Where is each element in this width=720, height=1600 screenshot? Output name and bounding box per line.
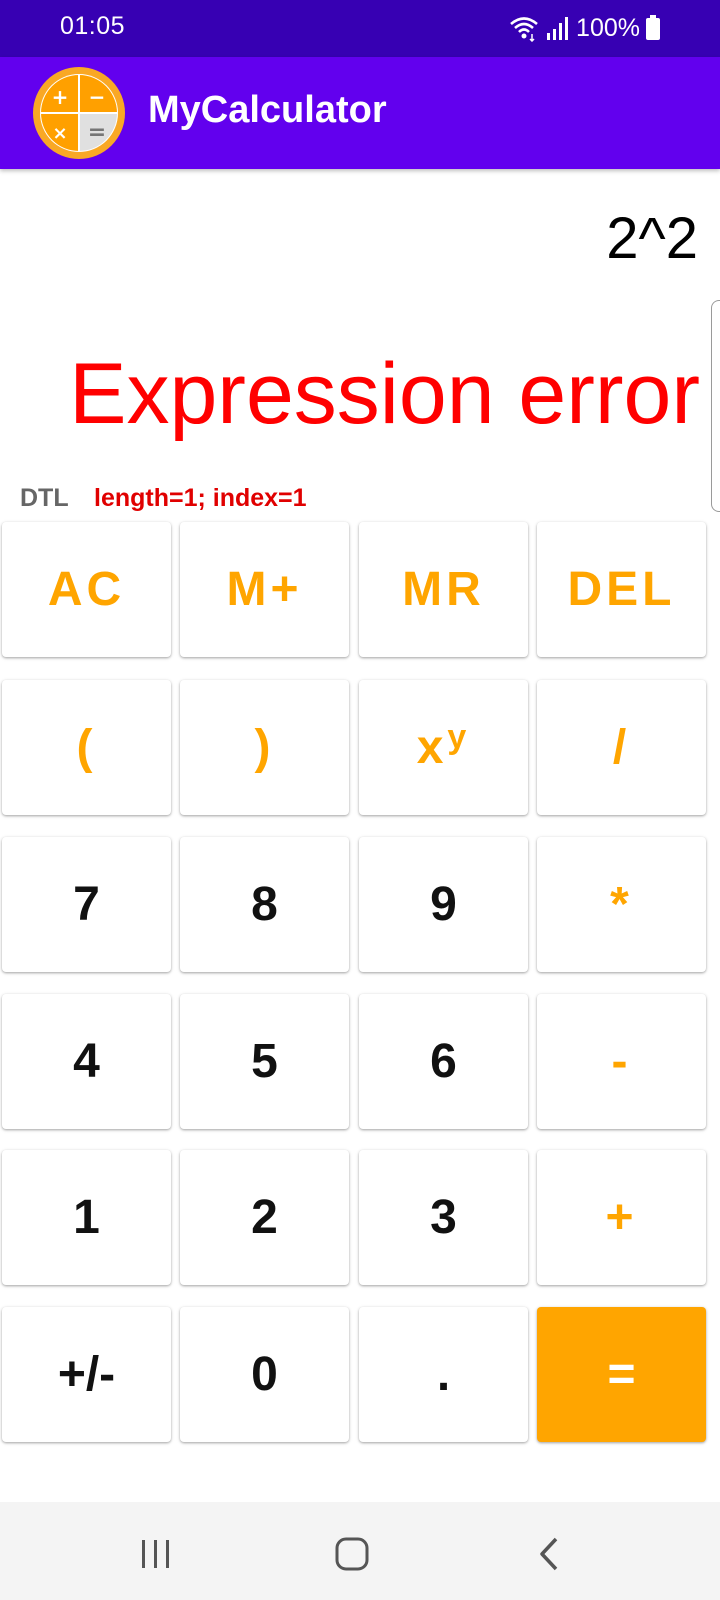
scroll-handle[interactable] bbox=[711, 300, 720, 512]
status-icons: 100% bbox=[508, 10, 660, 46]
home-icon[interactable] bbox=[332, 1534, 372, 1574]
digit-7-button[interactable]: 7 bbox=[2, 837, 171, 972]
negate-button[interactable]: +/- bbox=[2, 1307, 171, 1442]
recents-icon[interactable] bbox=[136, 1534, 176, 1574]
dtl-label: DTL bbox=[20, 484, 69, 512]
power-exponent: y bbox=[447, 718, 471, 756]
delete-button[interactable]: DEL bbox=[537, 522, 706, 657]
multiply-button[interactable]: * bbox=[537, 837, 706, 972]
memory-recall-button[interactable]: MR bbox=[359, 522, 528, 657]
wifi-icon bbox=[510, 17, 538, 42]
result-display: Expression error bbox=[69, 346, 700, 442]
expression-display: 2^2 bbox=[606, 206, 698, 271]
digit-5-button[interactable]: 5 bbox=[180, 994, 349, 1129]
digit-6-button[interactable]: 6 bbox=[359, 994, 528, 1129]
ac-button[interactable]: AC bbox=[2, 522, 171, 657]
status-bar: 01:05 100% bbox=[0, 0, 720, 57]
digit-0-button[interactable]: 0 bbox=[180, 1307, 349, 1442]
digit-1-button[interactable]: 1 bbox=[2, 1150, 171, 1285]
digit-4-button[interactable]: 4 bbox=[2, 994, 171, 1129]
battery-percent: 100% bbox=[576, 13, 640, 42]
open-paren-button[interactable]: ( bbox=[2, 680, 171, 815]
close-paren-button[interactable]: ) bbox=[180, 680, 349, 815]
digit-2-button[interactable]: 2 bbox=[180, 1150, 349, 1285]
plus-button[interactable]: + bbox=[537, 1150, 706, 1285]
navigation-bar bbox=[0, 1502, 720, 1600]
power-button[interactable]: xy bbox=[359, 680, 528, 815]
app-title: MyCalculator bbox=[148, 89, 387, 131]
status-time: 01:05 bbox=[60, 12, 126, 40]
digit-9-button[interactable]: 9 bbox=[359, 837, 528, 972]
minus-button[interactable]: - bbox=[537, 994, 706, 1129]
svg-text:−: − bbox=[89, 85, 106, 109]
dtl-detail-text: length=1; index=1 bbox=[94, 484, 307, 512]
signal-icon bbox=[547, 17, 569, 40]
digit-3-button[interactable]: 3 bbox=[359, 1150, 528, 1285]
divide-button[interactable]: / bbox=[537, 680, 706, 815]
svg-text:+: + bbox=[52, 85, 69, 109]
app-bar: + − × = MyCalculator bbox=[0, 57, 720, 169]
svg-text:=: = bbox=[88, 120, 106, 145]
app-logo-icon: + − × = bbox=[33, 67, 125, 159]
equals-button[interactable]: = bbox=[537, 1307, 706, 1442]
digit-8-button[interactable]: 8 bbox=[180, 837, 349, 972]
svg-text:×: × bbox=[52, 123, 67, 144]
decimal-point-button[interactable]: . bbox=[359, 1307, 528, 1442]
power-base: x bbox=[416, 721, 448, 774]
battery-icon bbox=[646, 15, 660, 40]
memory-add-button[interactable]: M+ bbox=[180, 522, 349, 657]
back-icon[interactable] bbox=[530, 1534, 570, 1574]
